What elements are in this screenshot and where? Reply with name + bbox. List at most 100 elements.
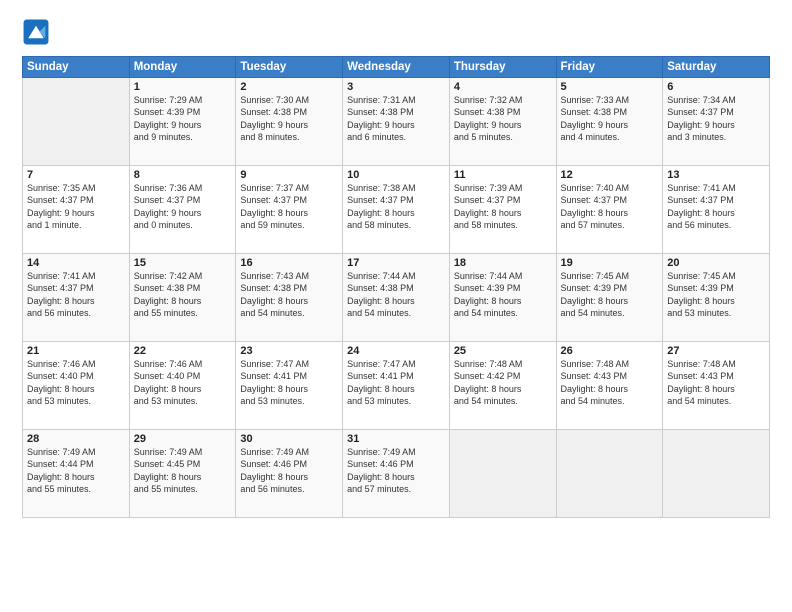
day-info: Sunrise: 7:38 AM Sunset: 4:37 PM Dayligh… <box>347 182 445 232</box>
calendar-cell: 28Sunrise: 7:49 AM Sunset: 4:44 PM Dayli… <box>23 430 130 518</box>
day-number: 11 <box>454 169 552 181</box>
calendar-cell <box>449 430 556 518</box>
calendar-cell: 19Sunrise: 7:45 AM Sunset: 4:39 PM Dayli… <box>556 254 663 342</box>
calendar-cell: 14Sunrise: 7:41 AM Sunset: 4:37 PM Dayli… <box>23 254 130 342</box>
day-info: Sunrise: 7:46 AM Sunset: 4:40 PM Dayligh… <box>27 358 125 408</box>
calendar-week-4: 21Sunrise: 7:46 AM Sunset: 4:40 PM Dayli… <box>23 342 770 430</box>
calendar-header-tuesday: Tuesday <box>236 57 343 78</box>
calendar-cell: 1Sunrise: 7:29 AM Sunset: 4:39 PM Daylig… <box>129 78 236 166</box>
calendar-cell: 30Sunrise: 7:49 AM Sunset: 4:46 PM Dayli… <box>236 430 343 518</box>
day-number: 21 <box>27 345 125 357</box>
day-number: 19 <box>561 257 659 269</box>
calendar-header-monday: Monday <box>129 57 236 78</box>
day-number: 1 <box>134 81 232 93</box>
calendar-cell: 27Sunrise: 7:48 AM Sunset: 4:43 PM Dayli… <box>663 342 770 430</box>
day-number: 13 <box>667 169 765 181</box>
day-info: Sunrise: 7:36 AM Sunset: 4:37 PM Dayligh… <box>134 182 232 232</box>
calendar-cell: 17Sunrise: 7:44 AM Sunset: 4:38 PM Dayli… <box>343 254 450 342</box>
calendar-cell: 10Sunrise: 7:38 AM Sunset: 4:37 PM Dayli… <box>343 166 450 254</box>
day-number: 31 <box>347 433 445 445</box>
calendar-cell: 22Sunrise: 7:46 AM Sunset: 4:40 PM Dayli… <box>129 342 236 430</box>
day-number: 2 <box>240 81 338 93</box>
calendar-cell: 6Sunrise: 7:34 AM Sunset: 4:37 PM Daylig… <box>663 78 770 166</box>
calendar-cell: 24Sunrise: 7:47 AM Sunset: 4:41 PM Dayli… <box>343 342 450 430</box>
day-number: 27 <box>667 345 765 357</box>
logo <box>22 18 53 46</box>
day-number: 6 <box>667 81 765 93</box>
day-info: Sunrise: 7:48 AM Sunset: 4:43 PM Dayligh… <box>667 358 765 408</box>
calendar-week-2: 7Sunrise: 7:35 AM Sunset: 4:37 PM Daylig… <box>23 166 770 254</box>
calendar-cell <box>23 78 130 166</box>
day-info: Sunrise: 7:48 AM Sunset: 4:43 PM Dayligh… <box>561 358 659 408</box>
day-number: 3 <box>347 81 445 93</box>
day-info: Sunrise: 7:47 AM Sunset: 4:41 PM Dayligh… <box>347 358 445 408</box>
day-info: Sunrise: 7:49 AM Sunset: 4:46 PM Dayligh… <box>347 446 445 496</box>
day-info: Sunrise: 7:49 AM Sunset: 4:44 PM Dayligh… <box>27 446 125 496</box>
day-number: 14 <box>27 257 125 269</box>
day-info: Sunrise: 7:44 AM Sunset: 4:38 PM Dayligh… <box>347 270 445 320</box>
day-number: 20 <box>667 257 765 269</box>
day-info: Sunrise: 7:39 AM Sunset: 4:37 PM Dayligh… <box>454 182 552 232</box>
calendar-cell <box>556 430 663 518</box>
day-info: Sunrise: 7:30 AM Sunset: 4:38 PM Dayligh… <box>240 94 338 144</box>
calendar-cell: 18Sunrise: 7:44 AM Sunset: 4:39 PM Dayli… <box>449 254 556 342</box>
day-info: Sunrise: 7:40 AM Sunset: 4:37 PM Dayligh… <box>561 182 659 232</box>
day-info: Sunrise: 7:42 AM Sunset: 4:38 PM Dayligh… <box>134 270 232 320</box>
day-number: 15 <box>134 257 232 269</box>
day-info: Sunrise: 7:43 AM Sunset: 4:38 PM Dayligh… <box>240 270 338 320</box>
calendar-cell: 12Sunrise: 7:40 AM Sunset: 4:37 PM Dayli… <box>556 166 663 254</box>
day-info: Sunrise: 7:34 AM Sunset: 4:37 PM Dayligh… <box>667 94 765 144</box>
calendar-header-row: SundayMondayTuesdayWednesdayThursdayFrid… <box>23 57 770 78</box>
calendar-header-wednesday: Wednesday <box>343 57 450 78</box>
page-header <box>22 18 770 46</box>
day-number: 18 <box>454 257 552 269</box>
day-info: Sunrise: 7:29 AM Sunset: 4:39 PM Dayligh… <box>134 94 232 144</box>
day-number: 28 <box>27 433 125 445</box>
day-number: 9 <box>240 169 338 181</box>
day-number: 12 <box>561 169 659 181</box>
day-number: 17 <box>347 257 445 269</box>
calendar-cell: 4Sunrise: 7:32 AM Sunset: 4:38 PM Daylig… <box>449 78 556 166</box>
calendar-header-saturday: Saturday <box>663 57 770 78</box>
day-info: Sunrise: 7:33 AM Sunset: 4:38 PM Dayligh… <box>561 94 659 144</box>
day-number: 25 <box>454 345 552 357</box>
day-info: Sunrise: 7:41 AM Sunset: 4:37 PM Dayligh… <box>27 270 125 320</box>
calendar-cell: 26Sunrise: 7:48 AM Sunset: 4:43 PM Dayli… <box>556 342 663 430</box>
day-info: Sunrise: 7:49 AM Sunset: 4:45 PM Dayligh… <box>134 446 232 496</box>
calendar-cell: 11Sunrise: 7:39 AM Sunset: 4:37 PM Dayli… <box>449 166 556 254</box>
day-number: 26 <box>561 345 659 357</box>
calendar-cell: 23Sunrise: 7:47 AM Sunset: 4:41 PM Dayli… <box>236 342 343 430</box>
day-info: Sunrise: 7:47 AM Sunset: 4:41 PM Dayligh… <box>240 358 338 408</box>
calendar-week-1: 1Sunrise: 7:29 AM Sunset: 4:39 PM Daylig… <box>23 78 770 166</box>
day-info: Sunrise: 7:31 AM Sunset: 4:38 PM Dayligh… <box>347 94 445 144</box>
calendar-header-friday: Friday <box>556 57 663 78</box>
calendar: SundayMondayTuesdayWednesdayThursdayFrid… <box>22 56 770 518</box>
day-number: 5 <box>561 81 659 93</box>
day-number: 29 <box>134 433 232 445</box>
calendar-cell: 2Sunrise: 7:30 AM Sunset: 4:38 PM Daylig… <box>236 78 343 166</box>
calendar-cell: 13Sunrise: 7:41 AM Sunset: 4:37 PM Dayli… <box>663 166 770 254</box>
calendar-cell: 9Sunrise: 7:37 AM Sunset: 4:37 PM Daylig… <box>236 166 343 254</box>
day-number: 4 <box>454 81 552 93</box>
day-info: Sunrise: 7:32 AM Sunset: 4:38 PM Dayligh… <box>454 94 552 144</box>
day-info: Sunrise: 7:35 AM Sunset: 4:37 PM Dayligh… <box>27 182 125 232</box>
calendar-week-5: 28Sunrise: 7:49 AM Sunset: 4:44 PM Dayli… <box>23 430 770 518</box>
day-info: Sunrise: 7:45 AM Sunset: 4:39 PM Dayligh… <box>561 270 659 320</box>
calendar-cell: 20Sunrise: 7:45 AM Sunset: 4:39 PM Dayli… <box>663 254 770 342</box>
day-number: 16 <box>240 257 338 269</box>
day-info: Sunrise: 7:37 AM Sunset: 4:37 PM Dayligh… <box>240 182 338 232</box>
day-number: 7 <box>27 169 125 181</box>
day-number: 30 <box>240 433 338 445</box>
calendar-cell: 25Sunrise: 7:48 AM Sunset: 4:42 PM Dayli… <box>449 342 556 430</box>
day-number: 8 <box>134 169 232 181</box>
calendar-cell: 7Sunrise: 7:35 AM Sunset: 4:37 PM Daylig… <box>23 166 130 254</box>
calendar-cell: 5Sunrise: 7:33 AM Sunset: 4:38 PM Daylig… <box>556 78 663 166</box>
day-info: Sunrise: 7:49 AM Sunset: 4:46 PM Dayligh… <box>240 446 338 496</box>
day-number: 10 <box>347 169 445 181</box>
calendar-cell: 31Sunrise: 7:49 AM Sunset: 4:46 PM Dayli… <box>343 430 450 518</box>
day-info: Sunrise: 7:46 AM Sunset: 4:40 PM Dayligh… <box>134 358 232 408</box>
day-info: Sunrise: 7:48 AM Sunset: 4:42 PM Dayligh… <box>454 358 552 408</box>
day-info: Sunrise: 7:45 AM Sunset: 4:39 PM Dayligh… <box>667 270 765 320</box>
day-number: 23 <box>240 345 338 357</box>
calendar-cell: 21Sunrise: 7:46 AM Sunset: 4:40 PM Dayli… <box>23 342 130 430</box>
